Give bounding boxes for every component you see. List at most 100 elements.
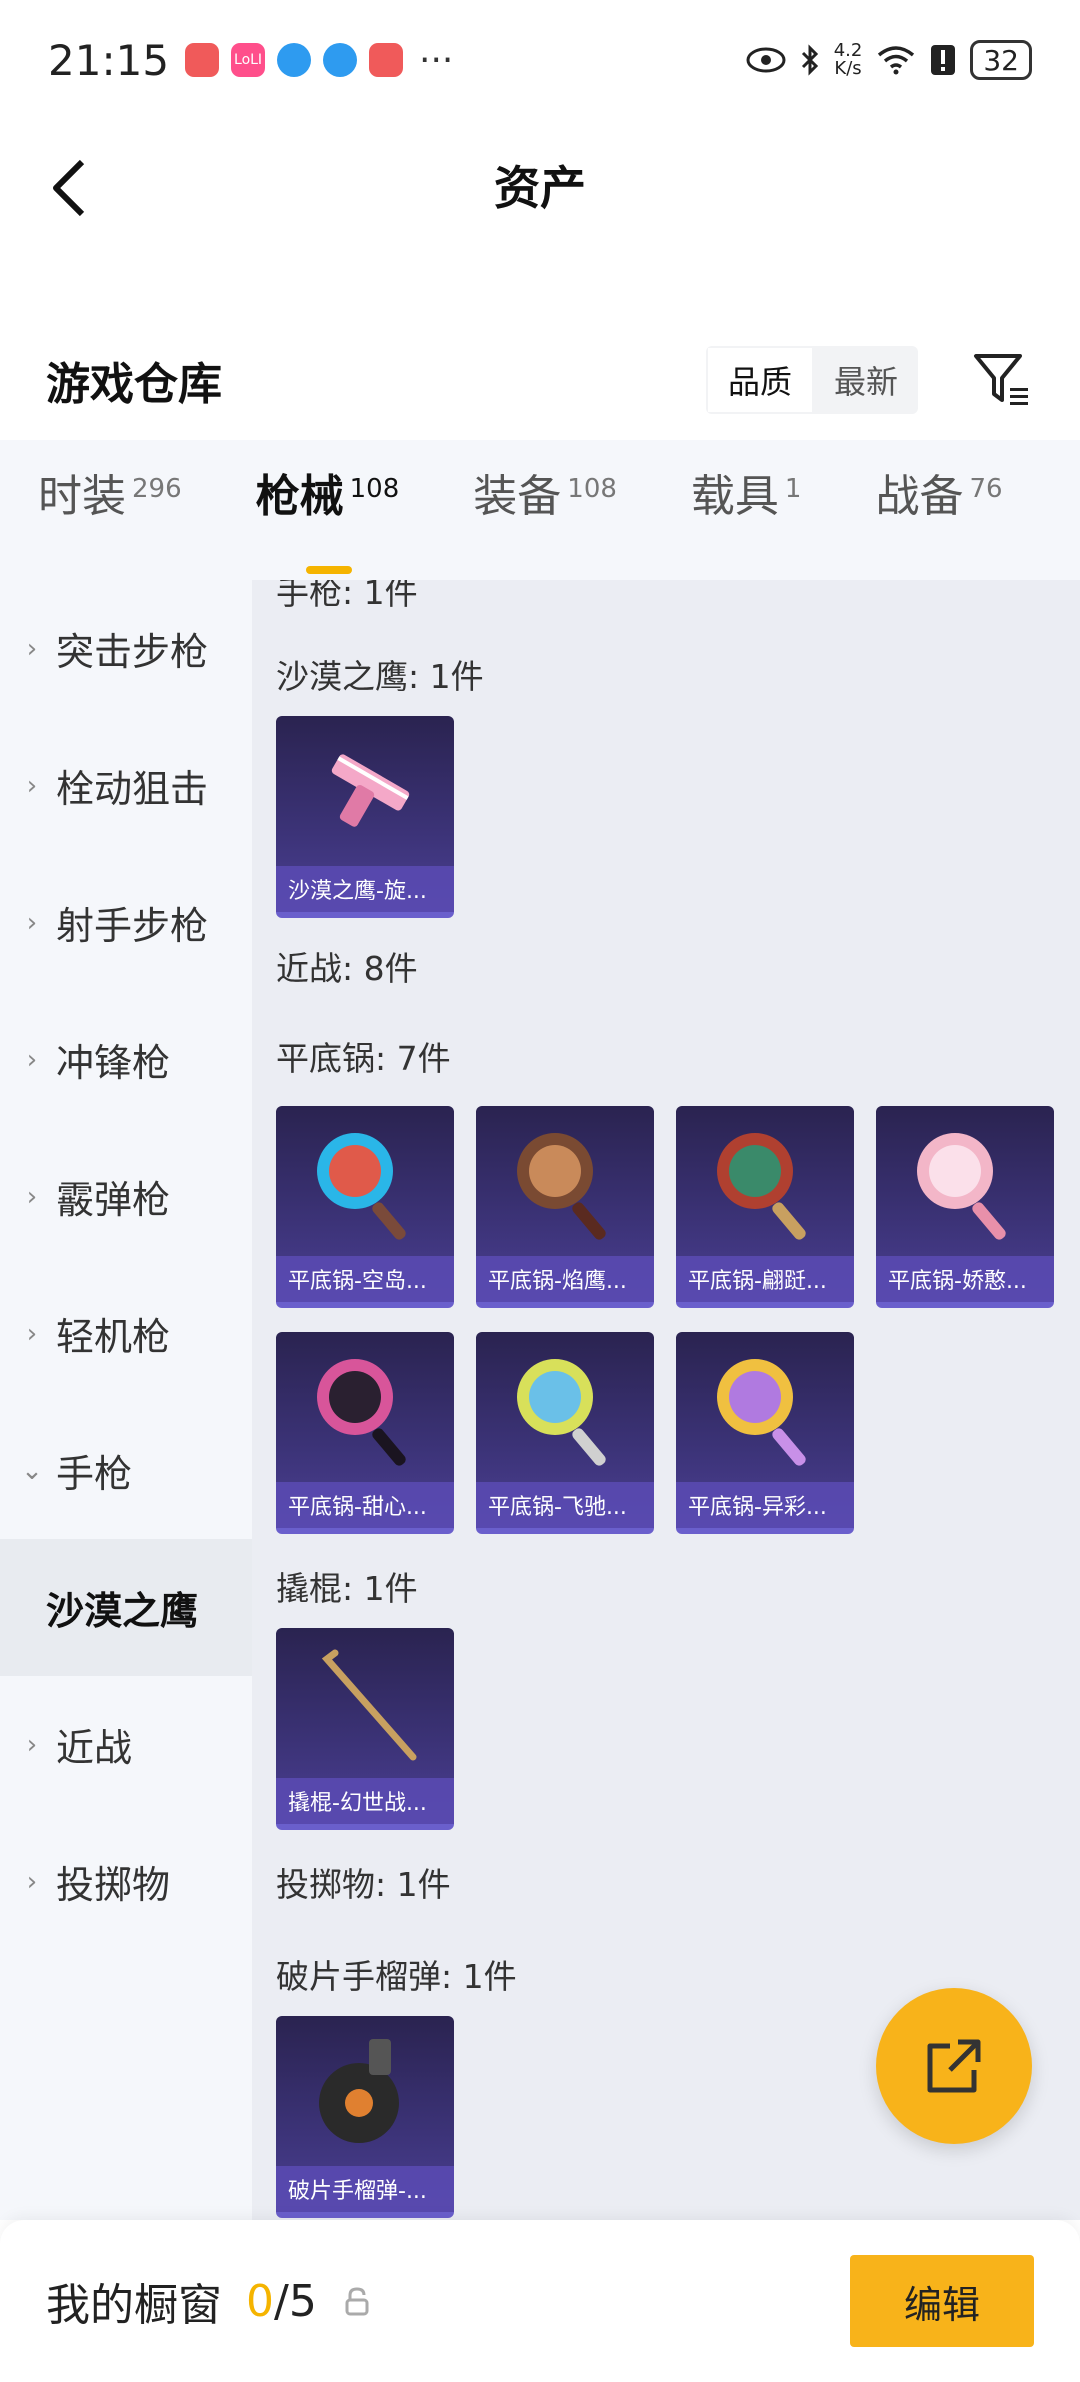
item-card-frag[interactable]: 破片手榴弹-... — [276, 2016, 454, 2218]
item-list[interactable]: 手枪: 1件 沙漠之鹰: 1件 沙漠之鹰-旋... 近战: 8件 平底锅: 7件… — [252, 580, 1080, 2220]
tab-fashion[interactable]: 时装 296 — [38, 460, 182, 560]
filter-button[interactable] — [970, 348, 1034, 412]
pan-icon — [676, 1106, 854, 1258]
sidebar-item-smg[interactable]: › 冲锋枪 — [0, 991, 252, 1128]
item-card-pan[interactable]: 平底锅-飞驰... — [476, 1332, 654, 1534]
sidebar-item-throwables[interactable]: › 投掷物 — [0, 1813, 252, 1950]
sidebar-item-label: 投掷物 — [56, 1863, 171, 1907]
tab-vehicles[interactable]: 载具 1 — [691, 460, 802, 560]
item-name: 平底锅-甜心... — [276, 1482, 454, 1528]
item-name: 平底锅-翩跹... — [676, 1256, 854, 1302]
tab-firearms[interactable]: 枪械 108 — [255, 460, 400, 574]
pistol-icon — [276, 716, 454, 868]
item-card-pan[interactable]: 平底锅-空岛... — [276, 1106, 454, 1308]
net-speed-unit: K/s — [834, 58, 862, 79]
item-name: 平底锅-焰鹰... — [476, 1256, 654, 1302]
tab-equipment[interactable]: 装备 108 — [473, 460, 617, 560]
pan-icon — [876, 1106, 1054, 1258]
sidebar-item-shotgun[interactable]: › 霰弹枪 — [0, 1128, 252, 1265]
group-header-throwables: 投掷物: 1件 — [276, 1865, 451, 1904]
showcase-bar: 我的橱窗 0/5 编辑 — [0, 2220, 1080, 2382]
showcase-label: 我的橱窗 — [46, 2280, 222, 2331]
sidebar-item-label: 近战 — [56, 1726, 133, 1770]
shopping-app-icon — [185, 43, 220, 77]
sidebar-item-label: 轻机枪 — [56, 1315, 171, 1359]
active-tab-indicator — [305, 566, 352, 574]
chevron-right-icon: › — [26, 633, 38, 664]
app-header: 资产 — [0, 120, 1080, 250]
lock-icon[interactable] — [343, 2286, 371, 2316]
more-notifications-icon: ··· — [419, 39, 454, 81]
chevron-right-icon: › — [26, 1866, 38, 1897]
status-time: 21:15 — [48, 35, 170, 85]
sidebar-item-desert-eagle[interactable]: 沙漠之鹰 — [0, 1539, 252, 1676]
alert-icon — [931, 45, 956, 75]
net-speed: 4.2 K/s — [834, 42, 863, 78]
status-icons: 4.2 K/s 32 — [746, 40, 1032, 80]
chevron-right-icon: › — [26, 1044, 38, 1075]
pan-icon — [476, 1332, 654, 1484]
item-card-pan[interactable]: 平底锅-异彩... — [676, 1332, 854, 1534]
item-name: 破片手榴弹-... — [276, 2166, 454, 2212]
sidebar-item-lmg[interactable]: › 轻机枪 — [0, 1265, 252, 1402]
item-name: 平底锅-异彩... — [676, 1482, 854, 1528]
group-header-desert-eagle: 沙漠之鹰: 1件 — [276, 657, 484, 696]
chevron-right-icon: › — [26, 907, 38, 938]
crowbar-icon — [276, 1628, 454, 1780]
battery-level: 32 — [983, 43, 1019, 77]
sidebar-item-label: 射手步枪 — [56, 904, 209, 948]
item-name: 平底锅-娇憨... — [876, 1256, 1054, 1302]
pan-icon — [676, 1332, 854, 1484]
sidebar-item-bolt-sniper[interactable]: › 栓动狙击 — [0, 717, 252, 854]
weapon-type-sidebar: › 突击步枪 › 栓动狙击 › 射手步枪 › 冲锋枪 › 霰弹枪 › 轻机枪 ⌄… — [0, 580, 252, 2220]
item-name: 撬棍-幻世战... — [276, 1778, 454, 1824]
tab-label: 载具 — [690, 471, 779, 522]
sidebar-item-label: 栓动狙击 — [56, 767, 209, 811]
group-header-pan: 平底锅: 7件 — [276, 1039, 451, 1078]
item-name: 平底锅-飞驰... — [476, 1482, 654, 1528]
pan-icon — [276, 1332, 454, 1484]
bluetooth-icon — [801, 44, 818, 76]
wifi-icon — [878, 46, 915, 75]
share-icon — [927, 2039, 981, 2093]
tab-count: 1 — [784, 474, 802, 504]
tab-count: 76 — [969, 474, 1003, 504]
showcase-used: 0 — [246, 2275, 274, 2327]
group-header-crowbar: 撬棍: 1件 — [276, 1569, 418, 1608]
sidebar-item-pistol[interactable]: ⌄ 手枪 — [0, 1402, 252, 1539]
item-card-pan[interactable]: 平底锅-焰鹰... — [476, 1106, 654, 1308]
tab-label: 装备 — [473, 471, 562, 522]
tab-label: 枪械 — [255, 471, 344, 522]
tab-tactical-gear[interactable]: 战备 76 — [875, 460, 1002, 560]
chevron-right-icon: › — [26, 770, 38, 801]
chevron-down-icon: ⌄ — [21, 1455, 43, 1486]
sidebar-item-label: 霰弹枪 — [56, 1178, 171, 1222]
category-tabs: 时装 296 枪械 108 装备 108 载具 1 战备 76 — [0, 440, 1080, 580]
edit-button[interactable]: 编辑 — [850, 2255, 1034, 2347]
loli-app-icon: LoLI — [231, 43, 266, 77]
eye-icon — [746, 47, 786, 73]
pan-icon — [276, 1106, 454, 1258]
back-button[interactable] — [40, 158, 100, 218]
sidebar-item-label: 冲锋枪 — [56, 1041, 171, 1085]
warehouse-title: 游戏仓库 — [46, 359, 222, 410]
sidebar-item-label: 沙漠之鹰 — [46, 1589, 199, 1633]
sidebar-item-marksman-rifle[interactable]: › 射手步枪 — [0, 854, 252, 991]
sort-newest-button[interactable]: 最新 — [814, 346, 918, 414]
item-card-pan[interactable]: 平底锅-翩跹... — [676, 1106, 854, 1308]
group-header-frag: 破片手榴弹: 1件 — [276, 1957, 517, 1996]
sidebar-item-melee[interactable]: › 近战 — [0, 1676, 252, 1813]
group-header-melee: 近战: 8件 — [276, 949, 418, 988]
back-arrow-icon — [53, 159, 85, 217]
item-card-pan[interactable]: 平底锅-娇憨... — [876, 1106, 1054, 1308]
item-card-pan[interactable]: 平底锅-甜心... — [276, 1332, 454, 1534]
battery-indicator: 32 — [970, 40, 1032, 80]
share-button[interactable] — [876, 1988, 1032, 2144]
sidebar-item-assault-rifle[interactable]: › 突击步枪 — [0, 580, 252, 717]
filter-icon — [974, 354, 1028, 405]
item-card-deagle[interactable]: 沙漠之鹰-旋... — [276, 716, 454, 918]
item-card-crowbar[interactable]: 撬棍-幻世战... — [276, 1628, 454, 1830]
tab-count: 108 — [349, 474, 400, 504]
sort-quality-button[interactable]: 品质 — [705, 346, 814, 414]
showcase-count: 0/5 — [246, 2276, 317, 2327]
